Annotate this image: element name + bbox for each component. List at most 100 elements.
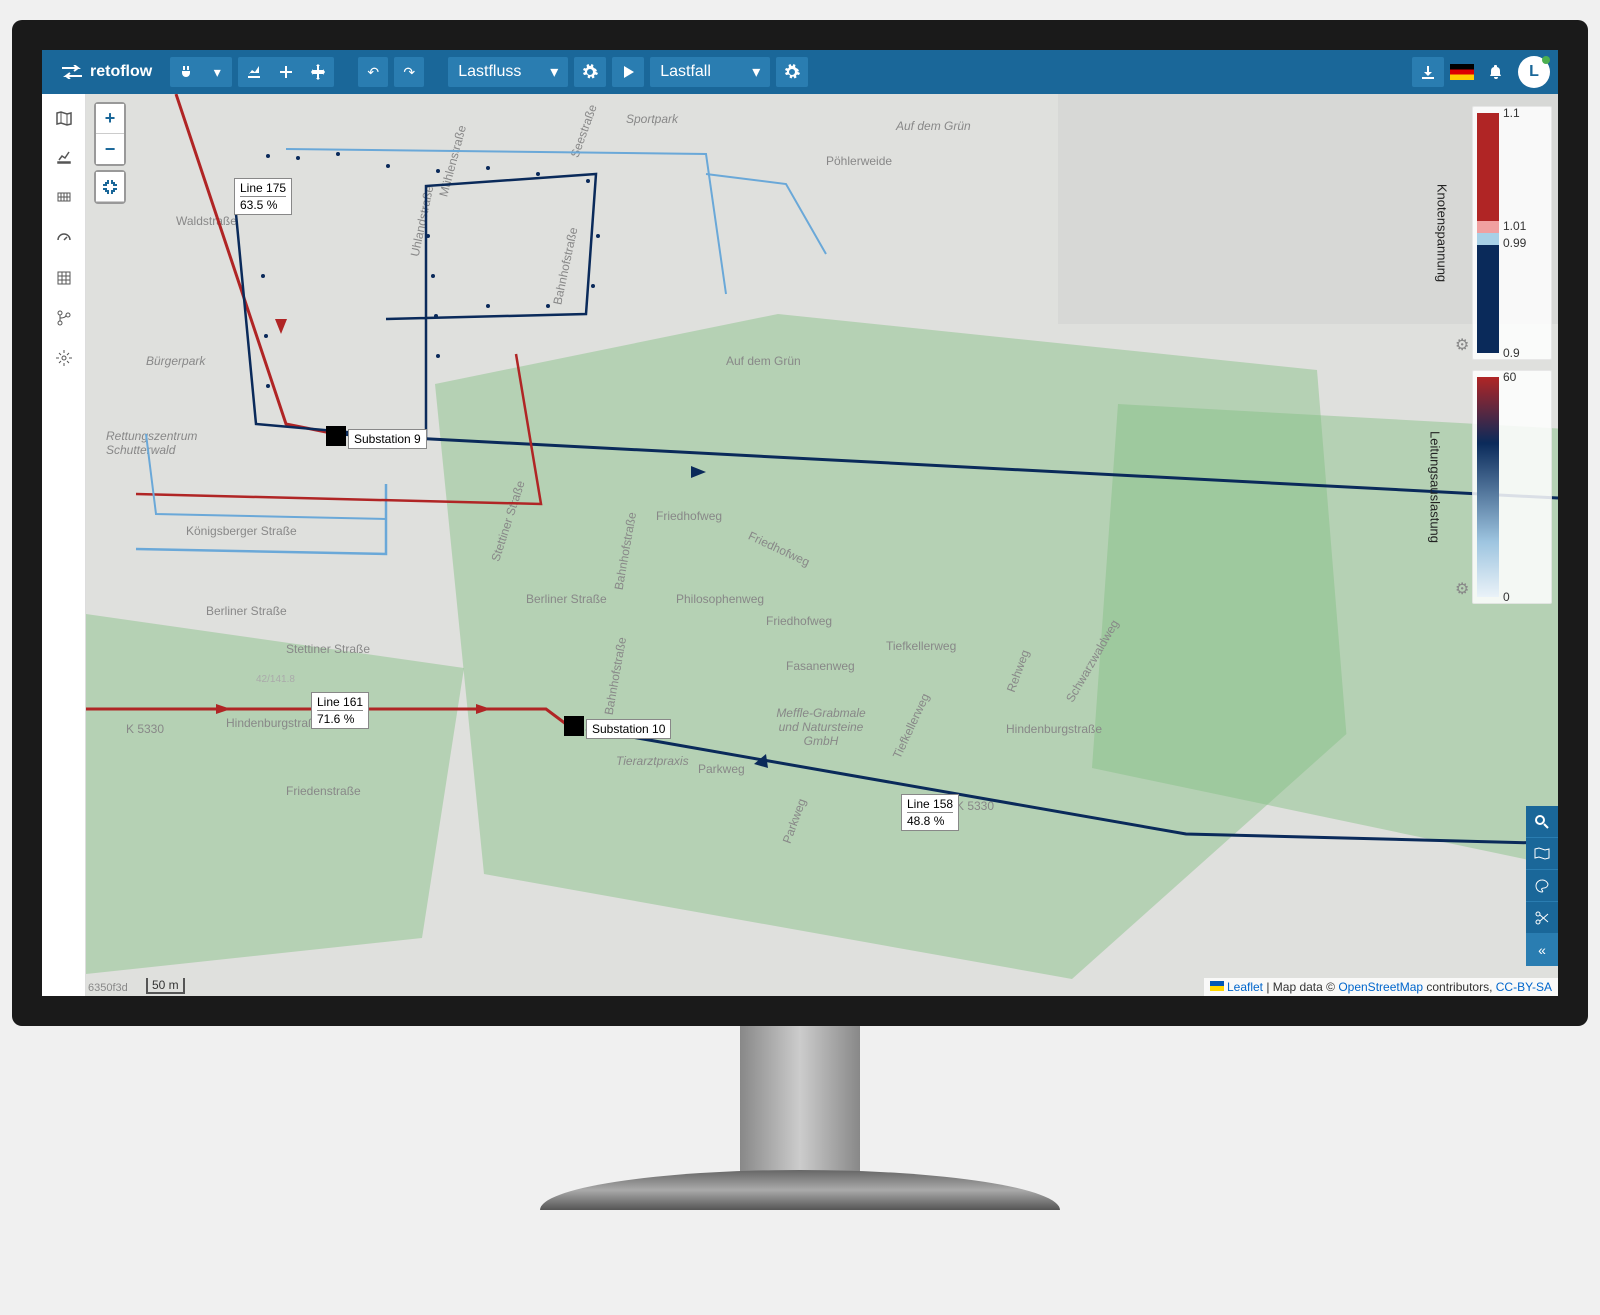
app-header: retoflow ▾ ↶ ↷ Lastfluss ▾ Lastfall ▾ L [42, 50, 1558, 94]
street-label: Fasanenweg [786, 659, 855, 673]
layers-icon [1534, 846, 1550, 862]
app-screen: retoflow ▾ ↶ ↷ Lastfluss ▾ Lastfall ▾ L … [42, 50, 1558, 996]
street-label: Pöhlerweide [826, 154, 892, 168]
gear-icon [56, 350, 72, 366]
map-canvas[interactable]: Waldstraße Bürgerpark Rettungszentrum Sc… [86, 94, 1558, 996]
scale-bar: 50 m [146, 978, 185, 994]
run-button[interactable] [612, 57, 644, 87]
gear-icon [784, 64, 800, 80]
gauge-icon [56, 230, 72, 246]
street-label: Hindenburgstraße [226, 716, 322, 730]
sidebar-chart[interactable] [42, 138, 86, 178]
layers-tool-button[interactable] [1526, 838, 1558, 870]
street-label: Bürgerpark [146, 354, 205, 368]
cut-tool-button[interactable] [1526, 902, 1558, 934]
sidebar-branch[interactable] [42, 298, 86, 338]
zoom-out-button[interactable]: − [96, 134, 124, 164]
legend-settings-button[interactable]: ⚙ [1455, 579, 1469, 599]
move-button[interactable] [302, 57, 334, 87]
notifications-button[interactable] [1480, 57, 1512, 87]
map-attribution: Leaflet | Map data © OpenStreetMap contr… [1204, 978, 1558, 996]
street-label: Sportpark [626, 112, 678, 126]
substation-marker[interactable] [564, 716, 584, 736]
monitor-frame: retoflow ▾ ↶ ↷ Lastfluss ▾ Lastfall ▾ L … [12, 20, 1588, 1026]
collapse-tools-button[interactable]: « [1526, 934, 1558, 966]
build-hash: 6350f3d [88, 982, 128, 994]
street-label: K 5330 [126, 722, 164, 736]
street-label: Tierarztpraxis [616, 754, 689, 768]
brand-name: retoflow [90, 63, 152, 81]
legend-panel: Knotenspannung 1.1 1.01 0.99 0.9 ⚙ Leitu… [1472, 106, 1552, 604]
sidebar-table[interactable] [42, 258, 86, 298]
user-avatar[interactable]: L [1518, 56, 1550, 88]
street-label: Friedenstraße [286, 784, 361, 798]
analysis-settings-button[interactable] [574, 57, 606, 87]
download-icon [1420, 64, 1436, 80]
add-button[interactable] [270, 57, 302, 87]
sidebar-map[interactable] [42, 98, 86, 138]
street-label: Parkweg [698, 762, 745, 776]
scissors-icon [1534, 910, 1550, 926]
search-icon [1534, 814, 1550, 830]
street-label: Auf dem Grün [726, 354, 801, 368]
map-fold-icon [56, 110, 72, 126]
license-link[interactable]: CC-BY-SA [1496, 980, 1552, 994]
street-label: Auf dem Grün [896, 119, 971, 133]
street-label: 42/141.8 [256, 674, 295, 685]
scenario-dropdown[interactable]: Lastfall ▾ [650, 57, 770, 87]
street-label: Stettiner Straße [286, 642, 370, 656]
street-label: Hindenburgstraße [1006, 722, 1102, 736]
brand-logo[interactable]: retoflow [50, 63, 164, 81]
analysis-dropdown[interactable]: Lastfluss ▾ [448, 57, 568, 87]
street-label: K 5330 [956, 799, 994, 813]
substation-label: Substation 10 [586, 719, 671, 739]
street-label: Waldstraße [176, 214, 237, 228]
legend-loading: Leitungsauslastung 60 0 ⚙ [1472, 370, 1552, 604]
legend-settings-button[interactable]: ⚙ [1455, 335, 1469, 355]
substation-label: Substation 9 [348, 429, 427, 449]
osm-link[interactable]: OpenStreetMap [1338, 980, 1423, 994]
flag-germany-icon[interactable] [1450, 64, 1474, 80]
map-zoom-controls: + − [94, 102, 126, 204]
scenario-value: Lastfall [660, 63, 711, 81]
chart-icon [56, 150, 72, 166]
sidebar-settings[interactable] [42, 338, 86, 378]
compress-icon [102, 179, 118, 195]
chevron-down-icon: ▾ [752, 62, 760, 82]
street-label: Meffle-Grabmale und Natursteine GmbH [766, 706, 876, 748]
chart-button[interactable] [238, 57, 270, 87]
gear-icon [582, 64, 598, 80]
street-label: Tiefkellerweg [886, 639, 956, 653]
bell-icon [1488, 64, 1504, 80]
plug-button[interactable] [170, 57, 202, 87]
undo-button[interactable]: ↶ [358, 57, 388, 87]
leaflet-link[interactable]: Leaflet [1227, 980, 1263, 994]
redo-button[interactable]: ↷ [394, 57, 424, 87]
solar-panel-icon [56, 190, 72, 206]
analysis-value: Lastfluss [458, 63, 521, 81]
sidebar-solar[interactable] [42, 178, 86, 218]
street-label: Friedhofweg [656, 509, 722, 523]
substation-marker[interactable] [326, 426, 346, 446]
street-label: Berliner Straße [206, 604, 287, 618]
zoom-in-button[interactable]: + [96, 104, 124, 134]
line-label[interactable]: Line 175 63.5 % [234, 178, 292, 215]
palette-icon [1534, 878, 1550, 894]
palette-tool-button[interactable] [1526, 870, 1558, 902]
chevron-down-icon: ▾ [550, 62, 558, 82]
fit-bounds-button[interactable] [96, 172, 124, 202]
download-button[interactable] [1412, 57, 1444, 87]
flag-ukraine-icon [1210, 981, 1224, 991]
branch-icon [56, 310, 72, 326]
street-label: Friedhofweg [766, 614, 832, 628]
scenario-settings-button[interactable] [776, 57, 808, 87]
search-tool-button[interactable] [1526, 806, 1558, 838]
sidebar-gauge[interactable] [42, 218, 86, 258]
street-label: Rettungszentrum Schutterwald [106, 429, 226, 457]
line-label[interactable]: Line 158 48.8 % [901, 794, 959, 831]
street-label: Philosophenweg [676, 592, 764, 606]
legend-voltage: Knotenspannung 1.1 1.01 0.99 0.9 ⚙ [1472, 106, 1552, 360]
plug-dropdown[interactable]: ▾ [202, 57, 232, 87]
table-icon [56, 270, 72, 286]
line-label[interactable]: Line 161 71.6 % [311, 692, 369, 729]
